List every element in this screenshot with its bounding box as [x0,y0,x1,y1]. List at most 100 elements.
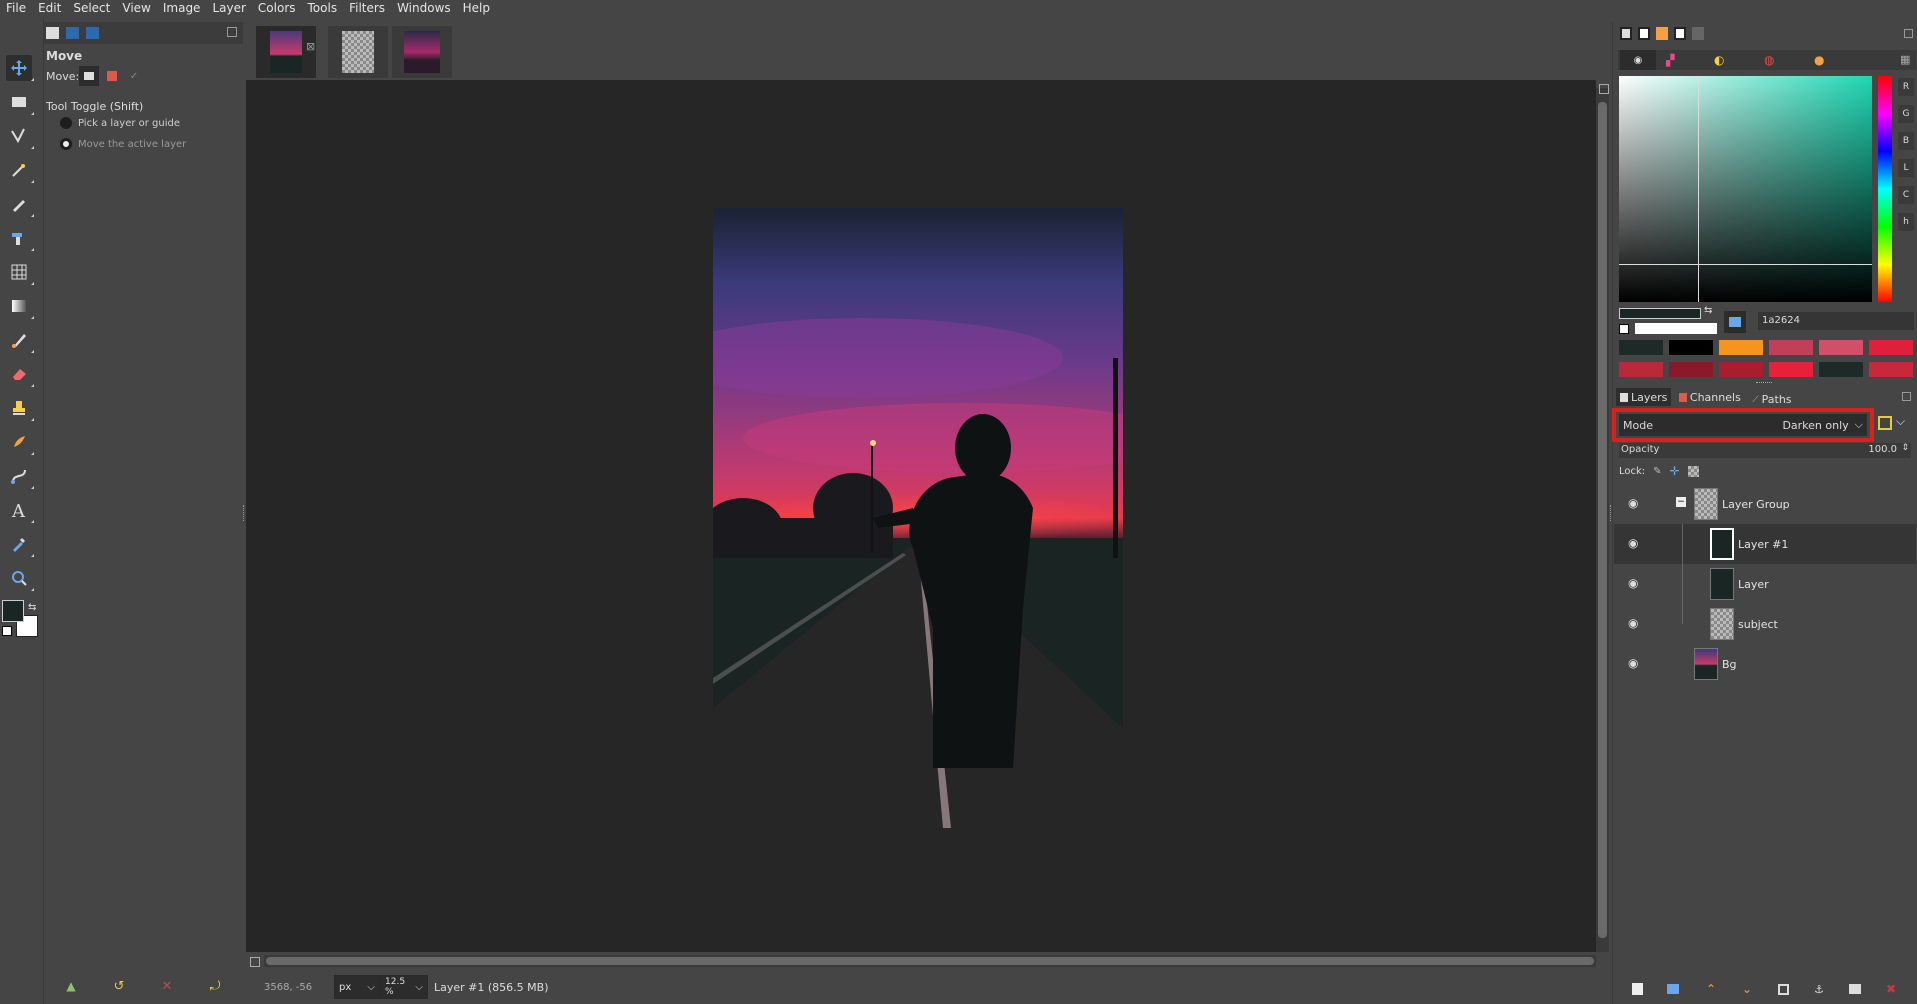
image-tab-2[interactable] [328,26,388,78]
layer-row-bg[interactable]: ◉ Bg [1614,644,1916,684]
menu-file[interactable]: File [0,0,32,17]
visibility-eye-icon[interactable]: ◉ [1628,496,1638,510]
zoom-to-fit-icon[interactable] [1599,84,1609,94]
merge-layer-button[interactable] [1846,980,1864,998]
history-swatch-10[interactable] [1769,362,1813,377]
history-swatch-8[interactable] [1669,362,1713,377]
bg-color-bar[interactable] [1635,323,1717,334]
channel-b-button[interactable]: B [1898,132,1914,150]
fg-bg-colors[interactable]: ⇆ [2,600,40,638]
image-tab-3[interactable] [392,26,452,78]
anchor-layer-button[interactable]: ⚓ [1810,980,1828,998]
option-move-active[interactable]: Move the active layer [60,138,186,150]
history-swatch-12[interactable] [1869,362,1913,377]
menu-tools[interactable]: Tools [302,0,344,17]
undo-tab-icon[interactable] [86,27,99,39]
opacity-spinner-icon[interactable]: ⇕ [1901,443,1909,453]
option-pick-layer[interactable]: Pick a layer or guide [60,117,180,129]
pattern-tab-icon[interactable] [1674,27,1686,40]
collapse-toggle-icon[interactable]: − [1676,497,1686,507]
horizontal-scrollbar[interactable] [264,955,1596,967]
smudge-tool[interactable] [6,429,34,455]
paintbrush-tool[interactable] [6,327,34,353]
vertical-scrollbar-thumb[interactable] [1598,102,1607,938]
history-swatch-4[interactable] [1769,340,1813,355]
delete-tool-preset-button[interactable]: ✕ [158,977,176,995]
watercolor-selector-tab[interactable]: ● [1814,53,1824,67]
history-swatch-5[interactable] [1819,340,1863,355]
paths-tool[interactable] [6,191,34,217]
color-picker-button[interactable] [1724,311,1746,333]
history-swatch-9[interactable] [1719,362,1763,377]
gradient-tab-icon[interactable] [1692,27,1704,40]
menu-edit[interactable]: Edit [32,0,67,17]
scale-selector-tab[interactable]: ◉ [1620,50,1656,70]
move-path-mode-button[interactable]: ✓ [124,66,144,86]
new-layer-button[interactable] [1628,980,1646,998]
history-swatch-2[interactable] [1669,340,1713,355]
raise-layer-button[interactable]: ⌃ [1702,980,1720,998]
color-picker-tool[interactable] [6,531,34,557]
restore-tool-preset-button[interactable]: ↺ [110,977,128,995]
layers-dock-config-icon[interactable] [1902,392,1911,401]
visibility-eye-icon[interactable]: ◉ [1628,536,1638,550]
triangle-selector-tab[interactable]: ◐ [1714,53,1724,67]
history-swatch-11[interactable] [1819,362,1863,377]
device-status-tab-icon[interactable] [66,27,79,39]
fg-color-bar[interactable] [1619,308,1701,319]
transform-tool[interactable] [6,225,34,251]
move-selection-mode-button[interactable] [102,66,122,86]
eraser-tool[interactable] [6,361,34,387]
history-swatch-1[interactable] [1619,340,1663,355]
tool-options-tab-icon[interactable] [46,27,59,39]
visibility-eye-icon[interactable]: ◉ [1628,616,1638,630]
menu-filters[interactable]: Filters [343,0,391,17]
swap-fg-bg-icon[interactable]: ⇆ [1704,305,1712,316]
hue-slider[interactable] [1878,76,1892,302]
visibility-eye-icon[interactable]: ◉ [1628,576,1638,590]
duplicate-layer-button[interactable] [1774,980,1792,998]
move-layer-mode-button[interactable] [79,66,99,86]
rect-select-tool[interactable] [6,89,34,115]
palette-tab-icon[interactable] [1638,27,1650,40]
color-saturation-square[interactable] [1619,76,1872,302]
free-select-tool[interactable] [6,123,34,149]
layer-row-layer-1[interactable]: ◉ Layer #1 [1614,524,1916,564]
panel-resize-handle-right[interactable] [1610,505,1613,521]
radio-pick-layer[interactable] [60,117,72,129]
channel-c-button[interactable]: C [1898,186,1914,204]
unit-select[interactable]: px ⌵ [334,975,380,999]
menu-layer[interactable]: Layer [206,0,251,17]
layer-row-layer[interactable]: ◉ Layer [1614,564,1916,604]
reset-tool-options-button[interactable]: ⤾ [206,977,224,995]
visibility-eye-icon[interactable]: ◉ [1628,656,1638,670]
path-tool-2[interactable] [6,463,34,489]
move-tool[interactable] [6,55,34,81]
channel-g-button[interactable]: G [1898,105,1914,123]
mode-reset-button[interactable] [1878,416,1892,430]
menu-windows[interactable]: Windows [391,0,457,17]
zoom-tool[interactable] [6,565,34,591]
opacity-slider[interactable]: Opacity 100.0 ⇕ [1619,443,1911,458]
history-swatch-6[interactable] [1869,340,1913,355]
lock-alpha-icon[interactable] [1687,465,1699,477]
tab-channels[interactable]: Channels [1675,388,1745,406]
dock-config-icon[interactable] [1904,29,1913,38]
fuzzy-select-tool[interactable] [6,157,34,183]
history-swatch-7[interactable] [1619,362,1663,377]
navigate-icon[interactable] [250,957,260,967]
menu-help[interactable]: Help [457,0,496,17]
new-layer-group-button[interactable] [1664,980,1682,998]
vertical-scrollbar[interactable] [1596,88,1609,952]
wheel2-selector-tab[interactable]: ▦ [1900,53,1910,66]
gradient-tool[interactable] [6,293,34,319]
channel-l-button[interactable]: L [1898,159,1914,177]
tab-layers[interactable]: Layers [1616,388,1672,406]
cmyk-selector-tab[interactable]: ▞ [1666,54,1674,67]
lock-pixels-icon[interactable]: ✎ [1653,466,1661,477]
lower-layer-button[interactable]: ⌄ [1738,980,1756,998]
lock-position-icon[interactable]: ✛ [1670,464,1680,478]
reset-colors-icon[interactable] [2,626,12,636]
channel-r-button[interactable]: R [1898,78,1914,96]
swap-colors-icon[interactable]: ⇆ [28,602,36,613]
